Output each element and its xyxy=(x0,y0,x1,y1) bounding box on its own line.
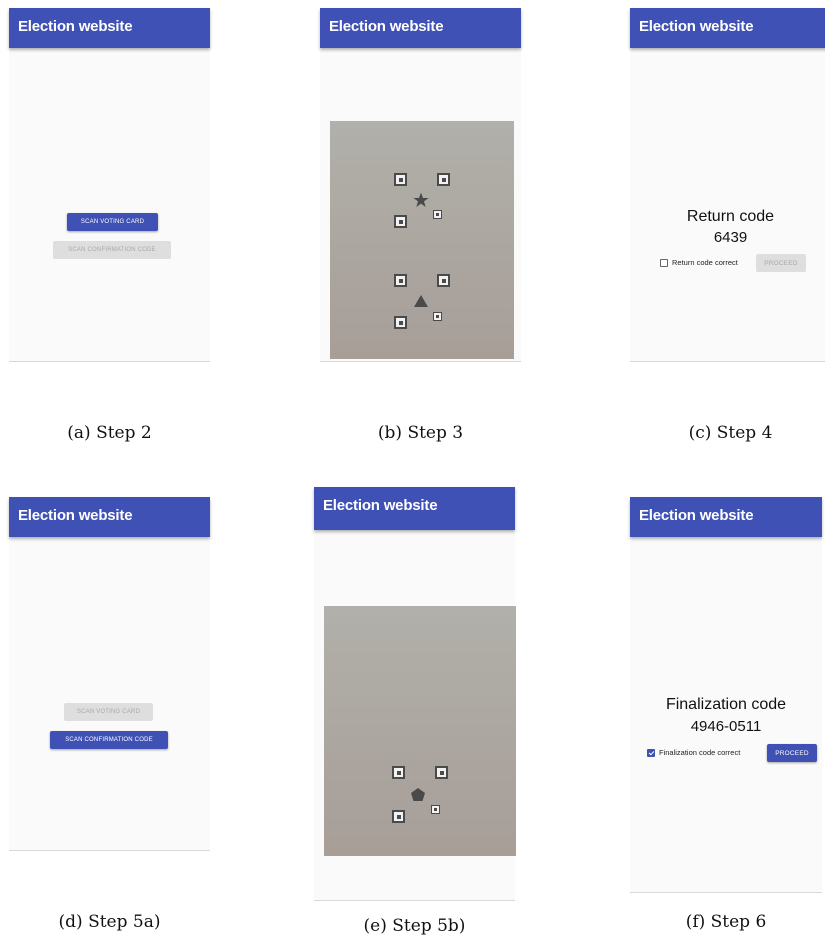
phone-screen-step-2: Election website SCAN VOTING CARD SCAN C… xyxy=(9,8,210,362)
qr-marker xyxy=(433,312,442,321)
app-title: Election website xyxy=(329,18,444,35)
qr-marker xyxy=(433,210,442,219)
proceed-button[interactable]: PROCEED xyxy=(756,254,806,272)
return-code-correct-checkbox[interactable] xyxy=(660,258,668,267)
app-title: Election website xyxy=(323,497,438,514)
phone-screen-step-6: Election website Finalization code 4946-… xyxy=(630,497,822,893)
camera-preview xyxy=(330,121,514,359)
checkbox-label: Return code correct xyxy=(672,258,738,267)
confirm-row: Return code correct xyxy=(660,258,738,267)
app-bar: Election website xyxy=(314,487,515,530)
qr-marker xyxy=(394,215,407,228)
phone-screen-step-3: Election website xyxy=(320,8,521,362)
qr-marker xyxy=(437,274,450,287)
scan-confirmation-code-button[interactable]: SCAN CONFIRMATION CODE xyxy=(53,241,171,259)
finalization-code-correct-checkbox[interactable] xyxy=(647,748,655,757)
caption-step-2: (a) Step 2 xyxy=(67,423,152,443)
qr-marker xyxy=(394,316,407,329)
scan-confirmation-code-button[interactable]: SCAN CONFIRMATION CODE xyxy=(50,731,168,749)
code-title: Finalization code xyxy=(665,696,787,713)
app-title: Election website xyxy=(18,18,133,35)
qr-marker xyxy=(394,173,407,186)
qr-marker xyxy=(392,766,405,779)
app-bar: Election website xyxy=(320,8,521,48)
app-bar: Election website xyxy=(9,497,210,537)
phone-screen-step-4: Election website Return code 6439 Return… xyxy=(630,8,825,362)
caption-step-6: (f) Step 6 xyxy=(685,912,767,932)
qr-marker xyxy=(431,805,440,814)
pentagon-icon xyxy=(411,788,425,801)
confirm-row: Finalization code correct xyxy=(647,748,740,757)
qr-marker xyxy=(394,274,407,287)
caption-step-5a: (d) Step 5a) xyxy=(58,912,161,932)
qr-marker xyxy=(437,173,450,186)
app-bar: Election website xyxy=(630,8,825,48)
phone-screen-step-5b: Election website xyxy=(314,487,516,901)
phone-screen-step-5a: Election website SCAN VOTING CARD SCAN C… xyxy=(9,497,210,851)
proceed-button[interactable]: PROCEED xyxy=(767,744,817,762)
qr-marker xyxy=(392,810,405,823)
scan-voting-card-button[interactable]: SCAN VOTING CARD xyxy=(67,213,158,231)
caption-step-5b: (e) Step 5b) xyxy=(363,916,466,936)
triangle-icon xyxy=(414,295,428,307)
app-title: Election website xyxy=(18,507,133,524)
code-value: 6439 xyxy=(713,229,748,246)
code-title: Return code xyxy=(686,208,775,225)
star-icon xyxy=(413,192,429,207)
checkbox-label: Finalization code correct xyxy=(659,748,741,757)
app-title: Election website xyxy=(639,507,754,524)
app-bar: Election website xyxy=(630,497,822,537)
app-bar: Election website xyxy=(9,8,210,48)
code-value: 4946-0511 xyxy=(690,718,762,735)
camera-preview xyxy=(324,606,516,856)
scan-voting-card-button[interactable]: SCAN VOTING CARD xyxy=(64,703,153,721)
app-title: Election website xyxy=(639,18,754,35)
qr-marker xyxy=(435,766,448,779)
caption-step-4: (c) Step 4 xyxy=(688,423,773,443)
caption-step-3: (b) Step 3 xyxy=(377,423,464,443)
